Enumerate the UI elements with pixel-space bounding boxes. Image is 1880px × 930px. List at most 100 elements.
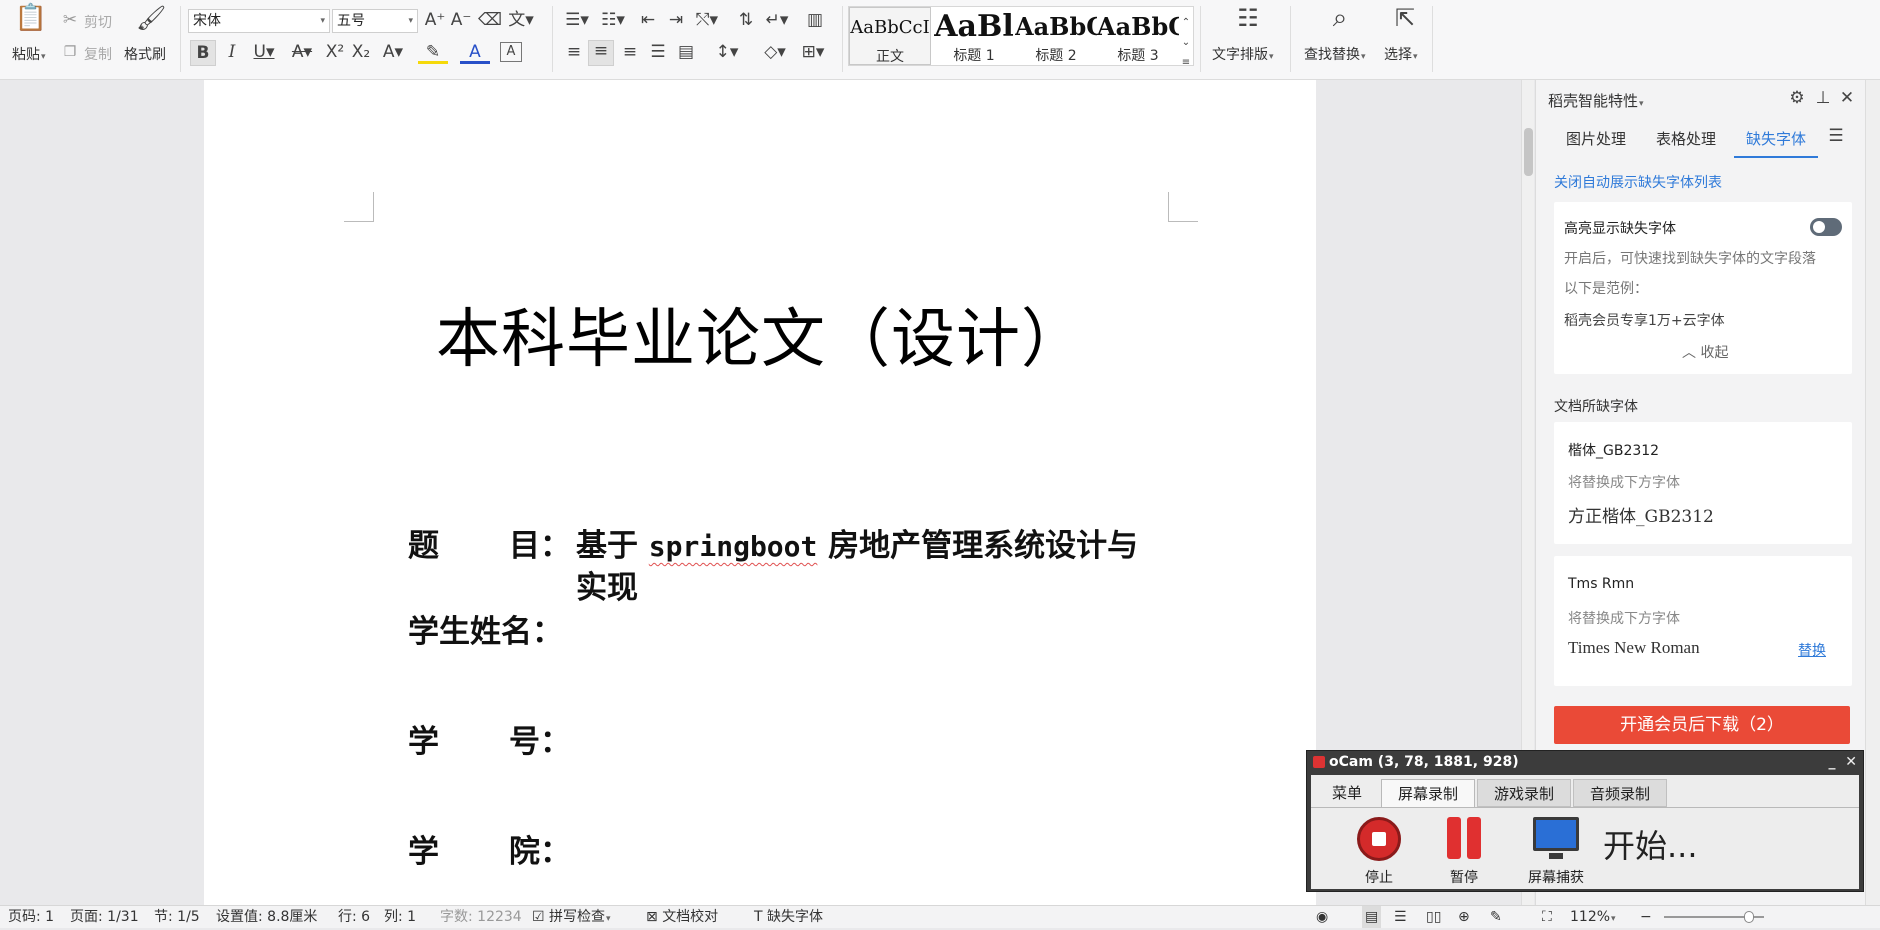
status-section[interactable]: 节: 1/5 [154, 906, 200, 928]
superscript-icon[interactable]: X² [324, 42, 346, 62]
style-heading-2[interactable]: AaBbC 标题 2 [1015, 7, 1097, 65]
zoom-select[interactable]: 112%▾ [1570, 906, 1616, 930]
download-button[interactable]: 开通会员后下载（2） [1554, 706, 1850, 744]
highlight-icon[interactable]: ✎ [418, 42, 448, 64]
field-label-title: 题目： [408, 528, 571, 564]
ocam-tab-menu[interactable]: 菜单 [1317, 779, 1377, 807]
grow-font-icon[interactable]: A⁺ [424, 10, 446, 30]
status-col[interactable]: 列: 1 [384, 906, 416, 928]
font-color-icon[interactable]: A [460, 42, 490, 64]
zoom-slider-handle[interactable] [1744, 911, 1754, 923]
strikethrough-icon[interactable]: A▾ [286, 42, 318, 62]
paragraph-mark-icon[interactable]: ↵▾ [762, 10, 792, 30]
styles-scroll-icon[interactable]: ⌃ ⌄ ≡ [1179, 13, 1193, 73]
pause-icon[interactable] [1467, 817, 1481, 859]
find-replace-button[interactable]: 查找替换▾ [1304, 44, 1366, 64]
ocam-tab-screen-record[interactable]: 屏幕录制 [1381, 779, 1475, 807]
monitor-icon[interactable] [1533, 817, 1579, 851]
scissors-icon[interactable]: ✂ [60, 10, 80, 30]
shading-icon[interactable]: ◇▾ [760, 42, 790, 62]
gear-icon[interactable]: ⚙ [1786, 88, 1808, 108]
outline-view-icon[interactable]: ☰ [1394, 906, 1407, 928]
bullet-list-icon[interactable]: ☰▾ [562, 10, 592, 30]
tab-table-processing[interactable]: 表格处理 [1656, 128, 1716, 149]
ocam-titlebar[interactable]: oCam (3, 78, 1881, 928) _ ✕ [1307, 751, 1863, 773]
scrollbar-thumb[interactable] [1524, 128, 1533, 176]
sort-icon[interactable]: ⇅ [734, 10, 758, 30]
panel-title[interactable]: 稻壳智能特性▾ [1548, 90, 1644, 111]
ocam-tab-audio-record[interactable]: 音频录制 [1573, 779, 1667, 807]
copy-button[interactable]: 复制 [84, 44, 112, 64]
status-page-number[interactable]: 页码: 1 [8, 906, 54, 928]
italic-icon[interactable]: I [222, 42, 242, 62]
justify-icon[interactable]: ☰ [646, 42, 670, 62]
clear-format-icon[interactable]: ⌫ [478, 10, 502, 30]
line-spacing-icon[interactable]: ↕▾ [712, 42, 742, 62]
replace-button[interactable]: 替换 [1798, 640, 1826, 660]
phonetic-guide-icon[interactable]: 文▾ [506, 10, 536, 30]
tab-missing-fonts[interactable]: 缺失字体 [1746, 128, 1806, 149]
align-left-icon[interactable]: ≡ [562, 42, 586, 62]
fit-width-icon[interactable]: ⛶ [1542, 906, 1552, 928]
decrease-indent-icon[interactable]: ⇤ [636, 10, 660, 30]
highlight-toggle[interactable] [1810, 218, 1842, 236]
font-family-select[interactable]: 宋体 ▾ [188, 9, 330, 33]
collapse-button[interactable]: ︿ 收起 [1682, 342, 1728, 362]
pause-label[interactable]: 暂停 [1424, 867, 1504, 887]
missing-font-button[interactable]: T 缺失字体 [754, 906, 823, 928]
numbered-list-icon[interactable]: ☷▾ [598, 10, 628, 30]
reading-view-icon[interactable]: ▯▯ [1426, 906, 1441, 928]
text-direction-icon[interactable]: ⤲▾ [692, 10, 722, 30]
underline-icon[interactable]: U▾ [248, 42, 280, 62]
web-view-icon[interactable]: ⊕ [1458, 906, 1470, 928]
copy-icon[interactable]: ❐ [60, 42, 80, 62]
pause-icon[interactable] [1447, 817, 1461, 859]
status-setting[interactable]: 设置值: 8.8厘米 [216, 906, 317, 928]
text-layout-icon[interactable]: ☷ [1230, 6, 1266, 30]
format-painter-icon[interactable]: 🖌 [136, 6, 166, 30]
page-view-icon[interactable]: ▤ [1362, 906, 1382, 928]
text-effect-icon[interactable]: A▾ [378, 42, 408, 62]
select-button[interactable]: 选择▾ [1384, 44, 1418, 64]
text-layout-button[interactable]: 文字排版▾ [1212, 44, 1274, 64]
status-page[interactable]: 页面: 1/31 [70, 906, 139, 928]
eye-icon[interactable]: ◉ [1316, 906, 1328, 928]
stop-icon[interactable] [1357, 817, 1401, 861]
increase-indent-icon[interactable]: ⇥ [664, 10, 688, 30]
paste-button[interactable]: 粘贴▾ [12, 44, 46, 64]
style-heading-3[interactable]: AaBbC 标题 3 [1097, 7, 1179, 65]
cut-button[interactable]: 剪切 [84, 12, 112, 32]
pen-icon[interactable]: ✎ [1490, 906, 1502, 928]
style-normal[interactable]: AaBbCcI 正文 [849, 7, 931, 65]
auto-show-link[interactable]: 关闭自动展示缺失字体列表 [1554, 172, 1722, 192]
shrink-font-icon[interactable]: A⁻ [450, 10, 472, 30]
distributed-icon[interactable]: ▤ [674, 42, 698, 62]
format-painter-button[interactable]: 格式刷 [124, 44, 166, 64]
paste-icon[interactable]: 📋 [14, 5, 48, 31]
align-center-icon[interactable]: ≡ [588, 40, 614, 66]
screen-capture-label[interactable]: 屏幕捕获 [1516, 867, 1596, 887]
stop-label[interactable]: 停止 [1339, 867, 1419, 887]
cursor-icon[interactable]: ⇱ [1390, 6, 1420, 30]
bold-icon[interactable]: B [190, 40, 216, 66]
search-icon[interactable]: ⌕ [1322, 5, 1358, 31]
subscript-icon[interactable]: X₂ [350, 42, 372, 62]
font-size-select[interactable]: 五号 ▾ [332, 9, 418, 33]
status-row[interactable]: 行: 6 [338, 906, 370, 928]
pin-icon[interactable]: ⊥ [1812, 88, 1834, 108]
status-word-count[interactable]: 字数: 12234 [440, 906, 522, 928]
close-icon[interactable]: ✕ [1845, 754, 1857, 770]
spell-check-button[interactable]: ☑ 拼写检查▾ [532, 906, 611, 930]
doc-proof-button[interactable]: ⊠ 文档校对 [646, 906, 718, 928]
align-right-icon[interactable]: ≡ [618, 42, 642, 62]
menu-icon[interactable]: ☰ [1826, 126, 1846, 146]
zoom-out-icon[interactable]: − [1640, 906, 1652, 928]
close-icon[interactable]: ✕ [1836, 88, 1858, 108]
style-heading-1[interactable]: AaBl 标题 1 [933, 7, 1015, 65]
ruler-icon[interactable]: ▥ [800, 10, 830, 30]
minimize-icon[interactable]: _ [1829, 754, 1836, 770]
tab-image-processing[interactable]: 图片处理 [1566, 128, 1626, 149]
borders-icon[interactable]: ⊞▾ [798, 42, 828, 62]
ocam-tab-game-record[interactable]: 游戏录制 [1477, 779, 1571, 807]
char-border-icon[interactable]: A [500, 42, 522, 62]
